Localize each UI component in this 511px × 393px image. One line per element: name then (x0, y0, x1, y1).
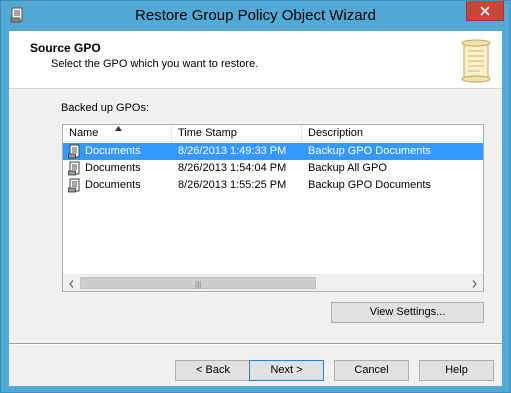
title-bar[interactable]: Restore Group Policy Object Wizard (1, 1, 510, 31)
column-header-timestamp[interactable]: Time Stamp (172, 125, 302, 142)
wizard-body: Source GPO Select the GPO which you want… (9, 31, 502, 386)
gpo-list[interactable]: Name Time Stamp Description Documents 8/… (62, 124, 484, 292)
help-button[interactable]: Help (419, 360, 494, 381)
chevron-left-icon (69, 279, 74, 288)
grip-icon: ||| (195, 280, 202, 289)
scrollbar-thumb[interactable]: ||| (80, 277, 316, 289)
list-header: Name Time Stamp Description (63, 125, 483, 142)
footer-divider (9, 343, 502, 345)
wizard-header: Source GPO Select the GPO which you want… (9, 31, 502, 89)
row-timestamp: 8/26/2013 1:49:33 PM (178, 145, 287, 157)
list-item[interactable]: Documents 8/26/2013 1:54:04 PM Backup Al… (63, 160, 483, 177)
row-description: Backup GPO Documents (308, 179, 431, 191)
cancel-button[interactable]: Cancel (334, 360, 409, 381)
row-name: Documents (85, 162, 141, 174)
chevron-right-icon (472, 279, 477, 288)
row-description: Backup All GPO (308, 162, 387, 174)
row-timestamp: 8/26/2013 1:54:04 PM (178, 162, 287, 174)
window-title: Restore Group Policy Object Wizard (135, 7, 376, 24)
row-description: Backup GPO Documents (308, 145, 431, 157)
gpo-backup-icon (68, 178, 80, 193)
column-label: Description (308, 127, 364, 139)
page-title: Source GPO (30, 41, 101, 55)
row-name: Documents (85, 179, 141, 191)
close-icon (480, 5, 490, 16)
view-settings-button[interactable]: View Settings... (331, 302, 484, 323)
back-button[interactable]: < Back (175, 360, 251, 381)
column-label: Name (69, 127, 99, 139)
list-item[interactable]: Documents 8/26/2013 1:55:25 PM Backup GP… (63, 177, 483, 194)
column-label: Time Stamp (178, 127, 237, 139)
row-name: Documents (85, 145, 141, 157)
gpo-backup-icon (68, 144, 80, 159)
column-header-description[interactable]: Description (302, 125, 483, 142)
column-header-name[interactable]: Name (63, 125, 172, 142)
row-timestamp: 8/26/2013 1:55:25 PM (178, 179, 287, 191)
scroll-icon (461, 39, 491, 83)
list-item[interactable]: Documents 8/26/2013 1:49:33 PM Backup GP… (63, 143, 483, 160)
horizontal-scrollbar[interactable]: ||| (63, 274, 483, 291)
gpo-backup-icon (68, 161, 80, 176)
scroll-left-button[interactable] (63, 275, 80, 292)
wizard-window: Restore Group Policy Object Wizard Sourc… (0, 0, 511, 393)
close-button[interactable] (466, 1, 504, 21)
next-button[interactable]: Next > (249, 360, 324, 381)
page-subtitle: Select the GPO which you want to restore… (51, 58, 259, 70)
backed-up-gpos-label: Backed up GPOs: (61, 102, 150, 114)
sort-ascending-icon (115, 126, 122, 131)
scroll-right-button[interactable] (466, 275, 483, 292)
